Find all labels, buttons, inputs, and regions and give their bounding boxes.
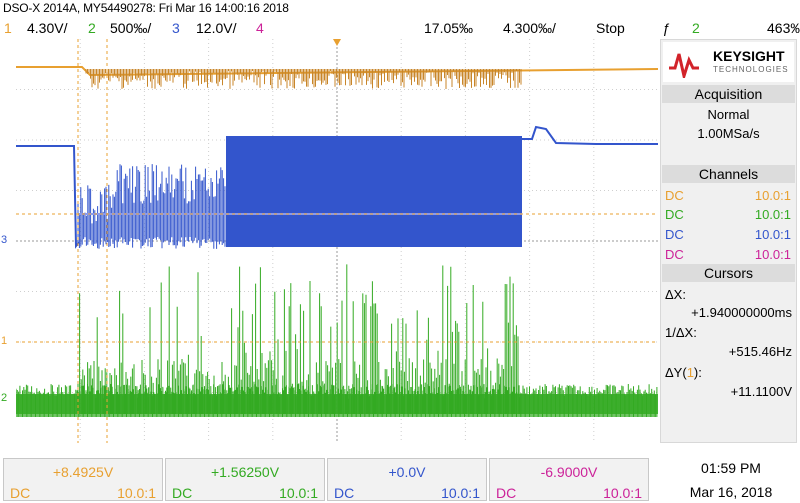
ch1-ground-marker[interactable]: 1 <box>1 336 7 347</box>
ch1-trace <box>16 66 659 89</box>
run-state[interactable]: Stop <box>596 21 625 35</box>
ch1-probe: 10.0:1 <box>117 485 156 501</box>
channel-probe: 10.0:1 <box>754 227 791 242</box>
channel-row-1[interactable]: DC 10.0:1 <box>662 185 795 204</box>
trigger-source[interactable]: 2 <box>692 21 700 35</box>
channel-offset-bar: +8.4925V DC 10.0:1 +1.56250V DC 10.0:1 +… <box>3 458 651 502</box>
ch3-trace <box>16 125 658 249</box>
ch3-scale[interactable]: 12.0V/ <box>196 21 236 35</box>
ch2-coupling: DC <box>172 485 193 501</box>
time-scale[interactable]: 4.300‰/ <box>503 21 556 35</box>
channel-coupling: DC <box>665 227 684 242</box>
ch4-offset-box[interactable]: -6.9000V DC 10.0:1 <box>489 458 649 501</box>
ch3-block <box>226 136 522 247</box>
channel-coupling: DC <box>665 207 684 222</box>
ch3-number[interactable]: 3 <box>172 21 180 35</box>
channel-row-2[interactable]: DC 10.0:1 <box>662 204 795 223</box>
ch1-number[interactable]: 1 <box>4 21 12 35</box>
ch2-probe: 10.0:1 <box>279 485 318 501</box>
delta-y-channel: 1 <box>686 365 694 380</box>
delta-y-label: ΔY(1): <box>665 365 798 380</box>
trigger-position-marker <box>333 39 341 46</box>
clock: 01:59 PM Mar 16, 2018 <box>666 460 796 500</box>
trigger-level[interactable]: 463‰ <box>767 21 800 35</box>
side-panel: KEYSIGHT TECHNOLOGIES Acquisition Normal… <box>660 39 797 443</box>
time-position[interactable]: 17.05‰ <box>424 21 473 35</box>
clock-time: 01:59 PM <box>701 460 761 476</box>
ch3-tail <box>522 125 658 145</box>
ch4-number[interactable]: 4 <box>256 21 264 35</box>
trigger-edge-icon[interactable]: ƒ <box>662 21 670 35</box>
keysight-logo: KEYSIGHT TECHNOLOGIES <box>663 42 794 82</box>
delta-y-post: ): <box>693 365 702 380</box>
waveform-display[interactable] <box>15 39 659 443</box>
waveform-canvas[interactable] <box>15 39 659 443</box>
delta-y-value: +11.1100V <box>730 384 792 399</box>
cursors-title[interactable]: Cursors <box>662 264 795 282</box>
ch1-offset-box[interactable]: +8.4925V DC 10.0:1 <box>3 458 163 501</box>
sample-rate: 1.00MSa/s <box>697 126 760 141</box>
channel-coupling: DC <box>665 247 684 262</box>
keysight-wave-logo-icon <box>669 53 699 78</box>
channel-probe: 10.0:1 <box>754 207 791 222</box>
clock-date: Mar 16, 2018 <box>689 484 773 500</box>
ch3-offset: +0.0V <box>388 464 426 480</box>
delta-x-label: ΔX: <box>665 287 686 302</box>
delta-y-pre: ΔY( <box>665 365 687 380</box>
ch4-probe: 10.0:1 <box>603 485 642 501</box>
acquisition-title[interactable]: Acquisition <box>662 85 795 103</box>
acquisition-mode: Normal <box>707 107 750 122</box>
ch3-probe: 10.0:1 <box>441 485 480 501</box>
ch2-ground-marker[interactable]: 2 <box>1 393 7 404</box>
channel-probe: 10.0:1 <box>754 247 791 262</box>
ch2-scale[interactable]: 500‰/ <box>110 21 151 35</box>
ch4-offset: -6.9000V <box>540 464 598 480</box>
delta-x-value: +1.940000000ms <box>691 305 792 320</box>
ch3-lead <box>16 145 80 249</box>
ch1-coupling: DC <box>10 485 31 501</box>
channel-coupling: DC <box>665 188 684 203</box>
ch2-number[interactable]: 2 <box>88 21 96 35</box>
channels-title[interactable]: Channels <box>662 165 795 183</box>
inverse-delta-x-label: 1/ΔX: <box>665 325 697 340</box>
ch3-burst <box>77 164 226 249</box>
ch1-scale[interactable]: 4.30V/ <box>27 21 67 35</box>
ch4-coupling: DC <box>496 485 517 501</box>
channel-row-3[interactable]: DC 10.0:1 <box>662 224 795 243</box>
ch3-offset-box[interactable]: +0.0V DC 10.0:1 <box>327 458 487 501</box>
channel-probe: 10.0:1 <box>754 188 791 203</box>
logo-sub: TECHNOLOGIES <box>713 65 789 74</box>
channel-row-4[interactable]: DC 10.0:1 <box>662 244 795 263</box>
ch2-offset-box[interactable]: +1.56250V DC 10.0:1 <box>165 458 325 501</box>
ch3-ground-marker[interactable]: 3 <box>1 235 7 246</box>
ch2-offset: +1.56250V <box>210 464 280 480</box>
logo-name: KEYSIGHT <box>713 48 785 64</box>
ch1-offset: +8.4925V <box>52 464 114 480</box>
ch3-coupling: DC <box>334 485 355 501</box>
window-title: DSO-X 2014A, MY54490278: Fri Mar 16 14:0… <box>3 1 289 15</box>
inverse-delta-x-value: +515.46Hz <box>728 344 792 359</box>
